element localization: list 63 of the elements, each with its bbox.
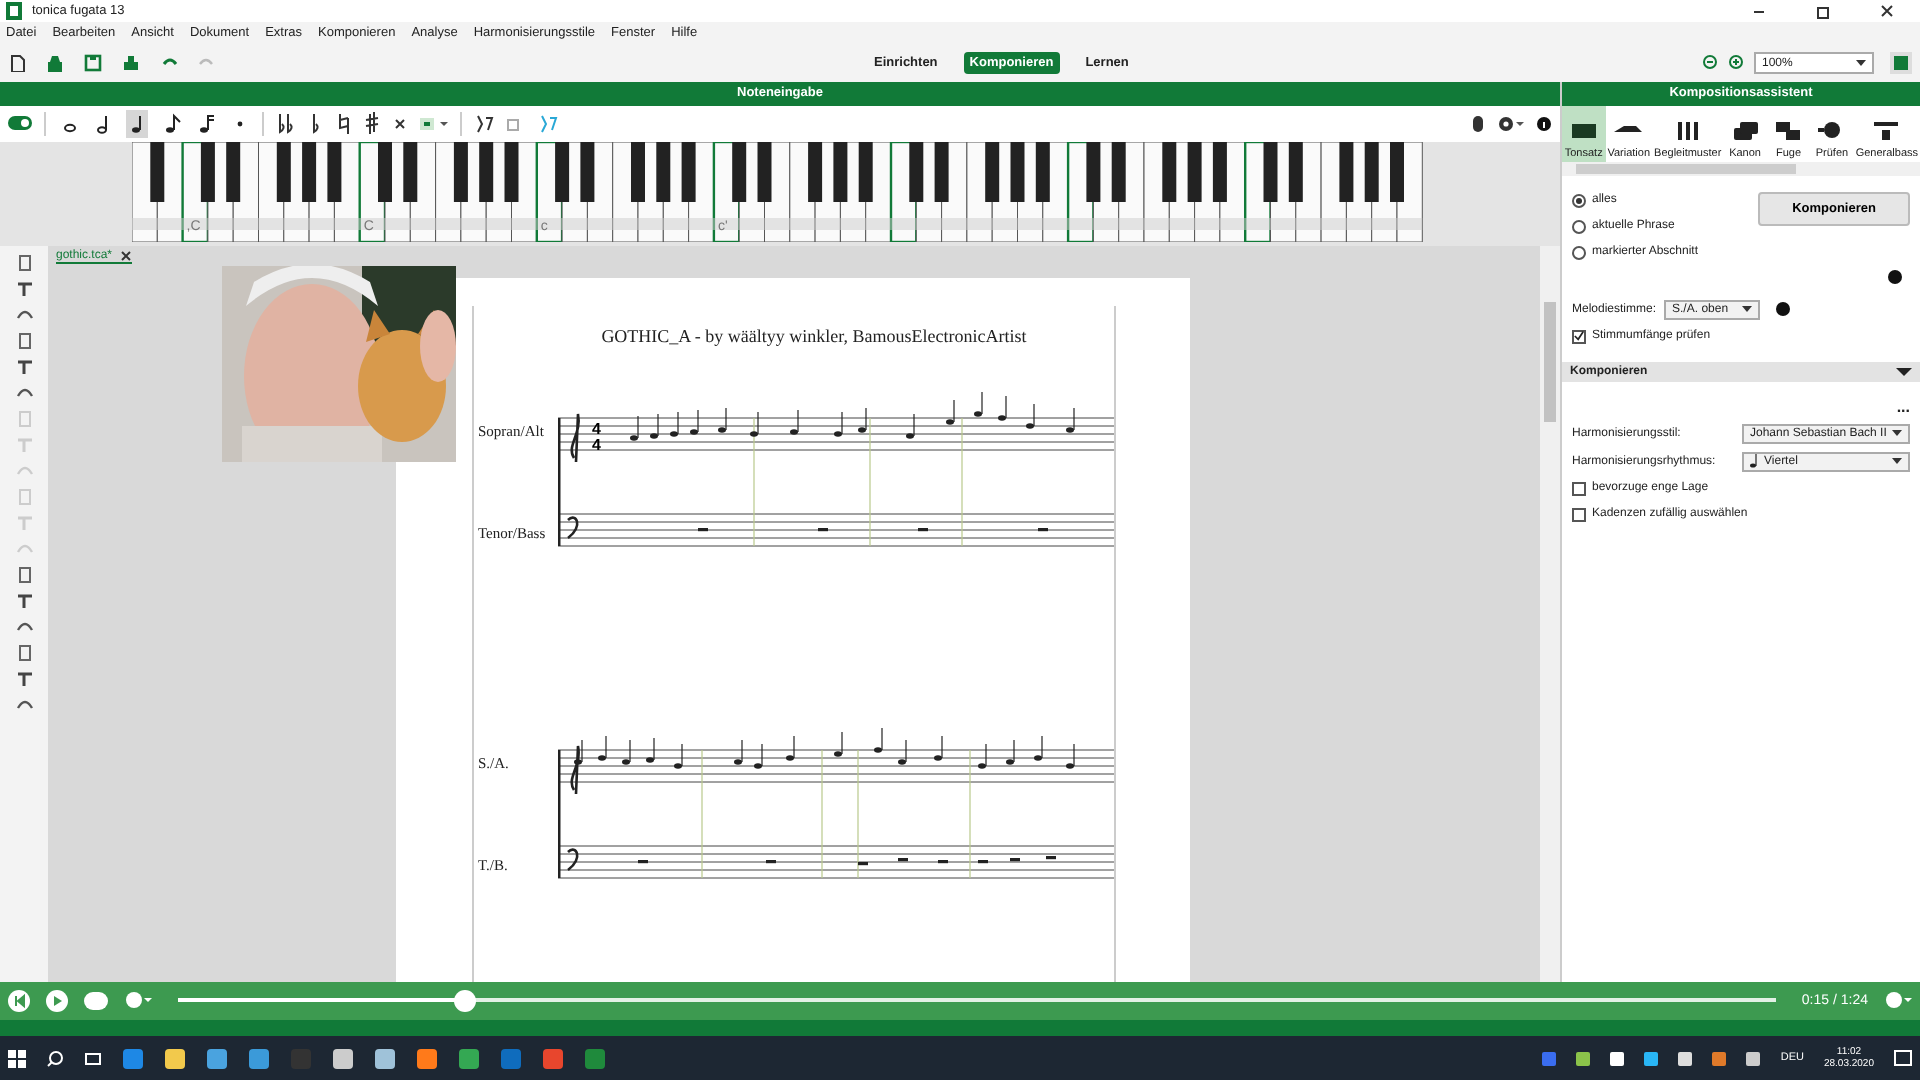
tool-icon[interactable] [15, 253, 33, 272]
export-icon[interactable] [1890, 52, 1912, 75]
app-icon[interactable] [458, 1047, 480, 1070]
scrollbar-thumb[interactable] [1544, 301, 1556, 422]
open-icon[interactable] [46, 54, 64, 73]
tool-icon[interactable] [15, 357, 33, 376]
save-icon[interactable] [84, 54, 102, 73]
close-icon[interactable] [1877, 1, 1895, 20]
assistant-tab-icon [1870, 119, 1903, 142]
tray-icon[interactable] [1610, 1051, 1625, 1066]
tray-icon[interactable] [1576, 1051, 1591, 1066]
tray-icon[interactable] [1678, 1051, 1693, 1066]
collapse-icon[interactable] [1896, 365, 1912, 378]
zoom-in-icon[interactable] [1728, 54, 1746, 73]
app-icon[interactable] [206, 1047, 228, 1070]
tool-icon[interactable] [15, 695, 33, 714]
time-signature-number: 4 [591, 419, 601, 438]
settings-icon[interactable] [1496, 113, 1524, 134]
scrollbar-thumb[interactable] [1576, 163, 1796, 174]
tool-icon[interactable] [15, 669, 33, 688]
app-icon[interactable] [164, 1047, 186, 1070]
app-icon[interactable] [332, 1047, 354, 1070]
tool-icon[interactable] [15, 591, 33, 610]
note-icon [1750, 454, 1758, 469]
flat-icon[interactable] [308, 112, 324, 135]
app-icon[interactable] [122, 1047, 144, 1070]
mouse-icon[interactable] [1472, 113, 1484, 134]
task-view-icon[interactable] [84, 1049, 102, 1068]
color-picker-icon[interactable] [420, 115, 448, 132]
dropdown-caret-icon[interactable] [1892, 458, 1902, 465]
double-flat-icon[interactable] [276, 112, 296, 135]
score-title: GOTHIC_A - by wäältyy winkler, BamousElectronicArtist [599, 323, 1029, 350]
double-sharp-icon[interactable] [392, 115, 408, 132]
rest-icon[interactable] [474, 113, 494, 134]
tool-icon[interactable] [15, 279, 33, 298]
zoom-out-icon[interactable] [1702, 54, 1720, 73]
play-icon[interactable] [46, 989, 68, 1012]
close-icon[interactable] [120, 249, 133, 262]
assistant-tab-icon [1729, 119, 1762, 142]
print-icon[interactable] [122, 54, 140, 73]
restore-icon[interactable] [1813, 1, 1831, 20]
sharp-icon[interactable] [364, 112, 380, 135]
new-file-icon[interactable] [8, 54, 26, 73]
dropdown-caret-icon[interactable] [1742, 306, 1753, 313]
dropdown-caret-icon[interactable] [1892, 430, 1902, 437]
notification-icon[interactable] [1894, 1049, 1912, 1068]
app-icon[interactable] [248, 1047, 270, 1070]
more-button[interactable]: ... [1896, 397, 1910, 416]
search-icon[interactable] [46, 1049, 64, 1068]
skip-back-icon[interactable] [8, 989, 30, 1012]
toggle-switch[interactable] [8, 116, 32, 131]
dropdown-caret-icon[interactable] [1856, 60, 1866, 67]
checkmark-icon [1574, 330, 1584, 343]
tray-icon[interactable] [1644, 1051, 1659, 1066]
app-icon[interactable] [374, 1047, 396, 1070]
piano-keyboard-drawing[interactable] [132, 141, 1423, 242]
windows-icon[interactable] [8, 1049, 26, 1068]
time-signature-number: 4 [591, 435, 601, 454]
assistant-tab-icon [1567, 119, 1600, 142]
tray-icon[interactable] [1746, 1051, 1761, 1066]
app-icon[interactable] [416, 1047, 438, 1070]
natural-icon[interactable] [336, 112, 352, 135]
assistant-tab-icon [1772, 119, 1805, 142]
